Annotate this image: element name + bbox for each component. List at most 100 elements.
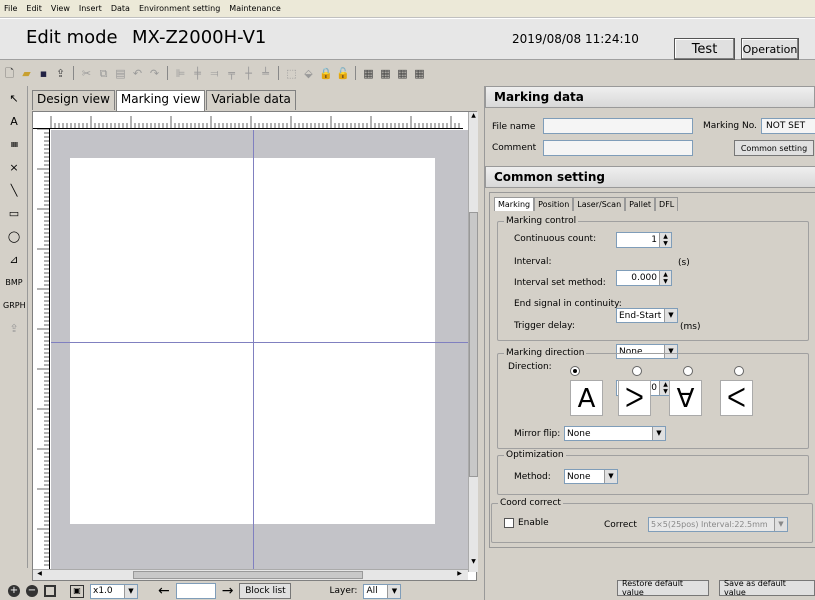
tab-laser-scan[interactable]: Laser/Scan: [573, 197, 626, 211]
common-setting-button[interactable]: Common setting: [734, 140, 814, 156]
menu-view[interactable]: View: [51, 4, 70, 13]
text-tool-icon[interactable]: A: [3, 112, 25, 132]
align-right-icon[interactable]: ⫤: [208, 67, 221, 80]
continuous-count-stepper[interactable]: 1 ▲ ▼: [616, 232, 672, 248]
paste-icon[interactable]: ▤: [114, 67, 127, 80]
direction-inverted-icon[interactable]: ∀: [669, 380, 702, 416]
marking-data-header: Marking data: [485, 86, 815, 108]
direction-rotate-left-icon[interactable]: ᐸ: [720, 380, 753, 416]
interval-method-select[interactable]: End-Start ▼: [616, 308, 678, 323]
save-icon[interactable]: ▪: [37, 67, 50, 80]
redo-icon[interactable]: ↷: [148, 67, 161, 80]
align-center-icon[interactable]: ╪: [191, 67, 204, 80]
select-arrow-icon[interactable]: ↖: [3, 89, 25, 109]
correct-value: 5×5(25pos) Interval:22.5mm: [651, 520, 768, 529]
direction-radio-3[interactable]: [683, 366, 693, 376]
tab-design-view[interactable]: Design view: [32, 90, 115, 110]
new-file-icon[interactable]: 🗋: [3, 67, 16, 80]
tab-marking-view[interactable]: Marking view: [115, 90, 206, 111]
method-select[interactable]: None ▼: [564, 469, 618, 484]
interval-method-value: End-Start: [619, 310, 662, 321]
marking-no-field: NOT SET: [761, 118, 815, 134]
block-back-icon[interactable]: ▦: [379, 67, 392, 80]
save-default-button[interactable]: Save as default value: [719, 579, 815, 597]
block-up-icon[interactable]: ▦: [396, 67, 409, 80]
horizontal-scroll-thumb[interactable]: [133, 571, 363, 579]
next-block-icon[interactable]: →: [222, 583, 234, 599]
barcode-tool-icon[interactable]: IIIIII: [3, 135, 25, 155]
correct-select[interactable]: 5×5(25pos) Interval:22.5mm ▼: [648, 517, 788, 532]
menu-file[interactable]: File: [4, 4, 17, 13]
vertical-scrollbar[interactable]: ▲ ▼: [468, 112, 478, 572]
test-button[interactable]: Test: [674, 38, 735, 60]
scroll-right-icon[interactable]: ▶: [455, 570, 464, 580]
menu-insert[interactable]: Insert: [79, 4, 102, 13]
block-front-icon[interactable]: ▦: [362, 67, 375, 80]
undo-icon[interactable]: ↶: [131, 67, 144, 80]
restore-default-button[interactable]: Restore default value: [617, 579, 709, 597]
import-tool-icon[interactable]: ⇪: [3, 319, 25, 339]
zoom-in-icon[interactable]: +: [8, 585, 20, 597]
tab-position[interactable]: Position: [534, 197, 574, 211]
polyline-tool-icon[interactable]: ⊿: [3, 250, 25, 270]
group-icon[interactable]: ⬚: [285, 67, 298, 80]
ungroup-icon[interactable]: ⬙: [302, 67, 315, 80]
unlock-icon[interactable]: 🔓: [336, 67, 350, 80]
mirror-flip-select[interactable]: None ▼: [564, 426, 666, 441]
direction-normal-icon[interactable]: A: [570, 380, 603, 416]
block-number-field[interactable]: [175, 583, 216, 599]
graph-tool-icon[interactable]: GRPH: [3, 296, 26, 316]
line-tool-icon[interactable]: ╲: [3, 181, 25, 201]
comment-field[interactable]: [543, 140, 693, 156]
horizontal-scrollbar[interactable]: ◀ ▶: [33, 569, 468, 580]
view-tabs: Design view Marking view Variable data: [32, 90, 297, 111]
lock-icon[interactable]: 🔒: [319, 67, 333, 80]
align-bottom-icon[interactable]: ╧: [259, 67, 272, 80]
mirror-flip-label: Mirror flip:: [514, 429, 561, 439]
interval-stepper[interactable]: 0.000 ▲ ▼: [616, 270, 672, 286]
enable-checkbox[interactable]: [504, 518, 514, 528]
scroll-down-icon[interactable]: ▼: [469, 558, 478, 568]
menu-maintenance[interactable]: Maintenance: [229, 4, 281, 13]
rectangle-tool-icon[interactable]: ▭: [3, 204, 25, 224]
block-list-button[interactable]: Block list: [239, 583, 292, 599]
align-top-icon[interactable]: ╤: [225, 67, 238, 80]
toolbar: 🗋 ▰ ▪ ⇪ ✂ ⧉ ▤ ↶ ↷ ⊫ ╪ ⫤ ╤ ┼ ╧ ⬚ ⬙ 🔒 🔓 ▦ …: [0, 62, 815, 84]
layer-combo[interactable]: All ▼: [363, 583, 402, 599]
stepper-arrows-icon[interactable]: ▲ ▼: [659, 271, 671, 285]
tab-pallet[interactable]: Pallet: [625, 197, 656, 211]
scroll-left-icon[interactable]: ◀: [35, 570, 44, 580]
tab-variable-data[interactable]: Variable data: [206, 90, 296, 110]
fit-view-icon[interactable]: [44, 585, 56, 597]
vertical-scroll-thumb[interactable]: [469, 212, 478, 477]
align-middle-icon[interactable]: ┼: [242, 67, 255, 80]
direction-radio-1[interactable]: [570, 366, 580, 376]
stepper-arrows-icon[interactable]: ▲ ▼: [659, 233, 671, 247]
open-folder-icon[interactable]: ▰: [20, 67, 33, 80]
direction-radio-4[interactable]: [734, 366, 744, 376]
point-tool-icon[interactable]: ×: [3, 158, 25, 178]
zoom-combo[interactable]: x1.0 ▼: [90, 583, 138, 599]
circle-tool-icon[interactable]: ◯: [3, 227, 25, 247]
menu-edit[interactable]: Edit: [26, 4, 42, 13]
align-left-icon[interactable]: ⊫: [174, 67, 187, 80]
transfer-icon[interactable]: ⇪: [54, 67, 67, 80]
tab-marking[interactable]: Marking: [494, 197, 535, 211]
direction-radio-2[interactable]: [632, 366, 642, 376]
marking-direction-title: Marking direction: [504, 348, 587, 358]
menu-data[interactable]: Data: [111, 4, 130, 13]
menu-environment-setting[interactable]: Environment setting: [139, 4, 220, 13]
scroll-up-icon[interactable]: ▲: [469, 112, 478, 122]
cut-icon[interactable]: ✂: [80, 67, 93, 80]
operation-button[interactable]: Operation: [741, 38, 799, 60]
tab-dfl[interactable]: DFL: [655, 197, 679, 211]
zoom-out-icon[interactable]: −: [26, 585, 38, 597]
bmp-tool-icon[interactable]: BMP: [3, 273, 25, 293]
file-name-field[interactable]: [543, 118, 693, 134]
zoom-select-icon[interactable]: ▣: [70, 584, 84, 598]
direction-rotate-right-icon[interactable]: ᐳ: [618, 380, 651, 416]
canvas-area[interactable]: [51, 130, 468, 569]
copy-icon[interactable]: ⧉: [97, 67, 110, 80]
prev-block-icon[interactable]: ←: [158, 583, 170, 599]
block-down-icon[interactable]: ▦: [413, 67, 426, 80]
